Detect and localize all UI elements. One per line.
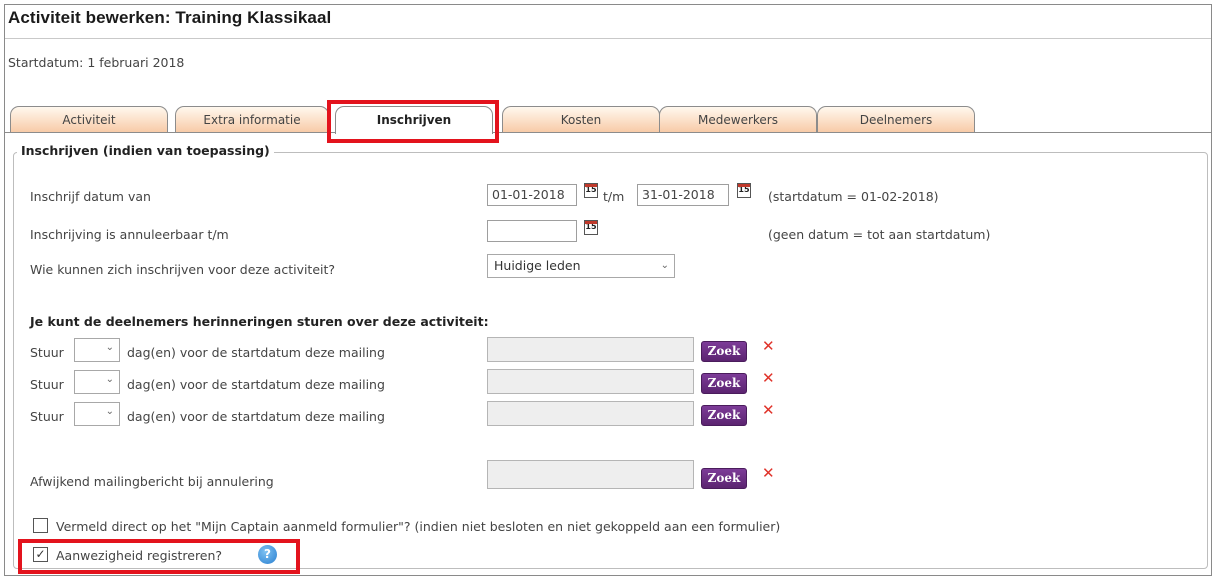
cancel-until-label: Inschrijving is annuleerbaar t/m	[30, 227, 229, 242]
page-title: Activiteit bewerken: Training Klassikaal	[8, 8, 332, 27]
who-select[interactable]: Huidige leden ⌄	[487, 254, 675, 278]
remove-icon[interactable]: ✕	[762, 466, 775, 481]
reminder-days-select[interactable]: ⌄	[74, 402, 120, 426]
reminder-prefix: Stuur	[30, 409, 64, 424]
cancel-mailing-label: Afwijkend mailingbericht bij annulering	[30, 474, 274, 489]
cancel-until-input[interactable]	[487, 220, 577, 242]
help-icon[interactable]: ?	[258, 545, 277, 564]
remove-icon[interactable]: ✕	[762, 371, 775, 386]
tab-deelnemers[interactable]: Deelnemers	[817, 106, 975, 132]
reminder-text: dag(en) voor de startdatum deze mailing	[127, 409, 385, 424]
section-legend: Inschrijven (indien van toepassing)	[17, 143, 274, 158]
attendance-label: Aanwezigheid registreren?	[56, 548, 223, 563]
tab-bar: Activiteit Extra informatie Inschrijven …	[5, 100, 1211, 142]
start-date-text: Startdatum: 1 februari 2018	[8, 55, 185, 70]
date-from-label: Inschrijf datum van	[30, 189, 151, 204]
tab-kosten[interactable]: Kosten	[502, 106, 660, 132]
chevron-down-icon: ⌄	[105, 342, 114, 353]
tab-activiteit[interactable]: Activiteit	[10, 106, 168, 132]
remove-icon[interactable]: ✕	[762, 403, 775, 418]
mention-form-label: Vermeld direct op het "Mijn Captain aanm…	[56, 519, 781, 534]
calendar-icon[interactable]: 15	[584, 220, 598, 235]
date-to-input[interactable]: 31-01-2018	[637, 184, 729, 206]
tab-inschrijven[interactable]: Inschrijven	[335, 106, 493, 134]
zoek-button[interactable]: Zoek	[701, 341, 747, 362]
chevron-down-icon: ⌄	[105, 374, 114, 385]
title-divider	[5, 38, 1211, 39]
reminder-prefix: Stuur	[30, 345, 64, 360]
remove-icon[interactable]: ✕	[762, 339, 775, 354]
cancel-mailing-input[interactable]	[487, 460, 694, 489]
reminder-mailing-input[interactable]	[487, 401, 694, 426]
reminder-days-select[interactable]: ⌄	[74, 338, 120, 362]
date-from-input[interactable]: 01-01-2018	[487, 184, 577, 206]
reminder-mailing-input[interactable]	[487, 369, 694, 394]
attendance-checkbox[interactable]: ✓	[33, 547, 48, 562]
calendar-icon[interactable]: 15	[584, 183, 598, 198]
reminder-days-select[interactable]: ⌄	[74, 370, 120, 394]
reminder-mailing-input[interactable]	[487, 337, 694, 362]
zoek-button[interactable]: Zoek	[701, 373, 747, 394]
tab-extra-informatie[interactable]: Extra informatie	[175, 106, 329, 132]
chevron-down-icon: ⌄	[660, 260, 669, 271]
who-select-value: Huidige leden	[494, 258, 581, 273]
reminder-text: dag(en) voor de startdatum deze mailing	[127, 377, 385, 392]
tab-baseline	[5, 132, 1211, 133]
zoek-button[interactable]: Zoek	[701, 468, 747, 489]
tab-medewerkers[interactable]: Medewerkers	[659, 106, 817, 132]
reminder-text: dag(en) voor de startdatum deze mailing	[127, 345, 385, 360]
mention-form-checkbox[interactable]	[33, 518, 48, 533]
reminders-heading: Je kunt de deelnemers herinneringen stur…	[30, 314, 489, 329]
zoek-button[interactable]: Zoek	[701, 405, 747, 426]
date-sep-label: t/m	[603, 189, 625, 204]
calendar-icon[interactable]: 15	[737, 183, 751, 198]
who-label: Wie kunnen zich inschrijven voor deze ac…	[30, 262, 336, 277]
cancel-note: (geen datum = tot aan startdatum)	[768, 227, 991, 242]
date-note: (startdatum = 01-02-2018)	[768, 189, 939, 204]
chevron-down-icon: ⌄	[105, 406, 114, 417]
reminder-prefix: Stuur	[30, 377, 64, 392]
